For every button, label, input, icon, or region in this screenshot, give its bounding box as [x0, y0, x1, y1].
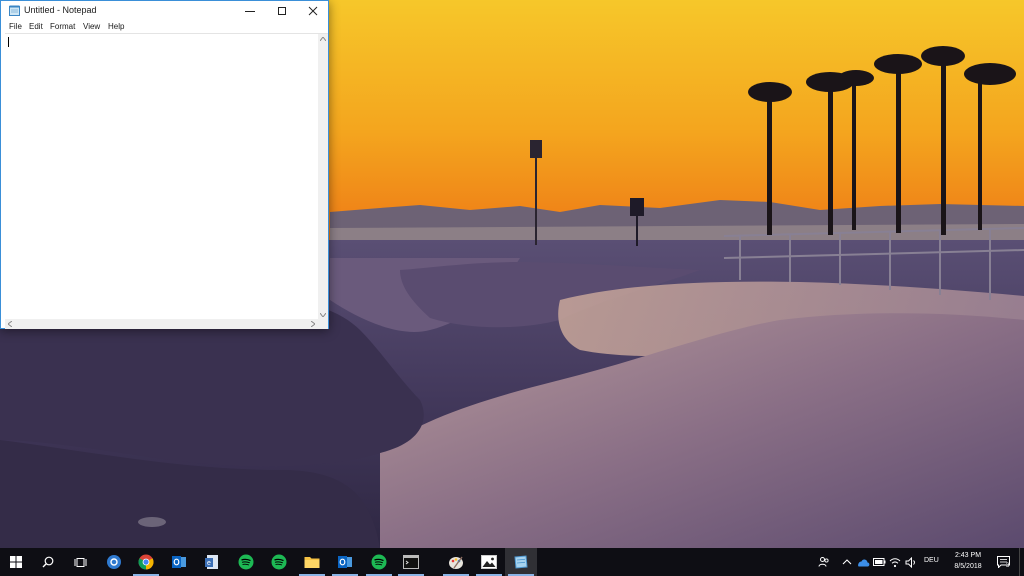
- search-icon: [42, 556, 54, 568]
- text-editor[interactable]: [5, 33, 328, 329]
- menu-edit[interactable]: Edit: [29, 22, 43, 31]
- photos-icon: [481, 555, 497, 569]
- scroll-up-arrow-icon[interactable]: [318, 34, 328, 44]
- notepad-icon: [9, 5, 20, 16]
- minimize-button[interactable]: [234, 1, 266, 20]
- menu-format[interactable]: Format: [50, 22, 75, 31]
- taskbar-outlook[interactable]: [163, 548, 195, 576]
- show-hidden-icons-button[interactable]: [840, 555, 854, 569]
- taskbar-photos[interactable]: [473, 548, 505, 576]
- wifi-icon: [889, 557, 901, 567]
- taskbar-command-prompt[interactable]: [395, 548, 427, 576]
- taskbar-chrome[interactable]: [130, 548, 162, 576]
- spotify-icon: [238, 554, 254, 570]
- speaker-icon: [905, 556, 915, 568]
- spotify-icon: [271, 554, 287, 570]
- scroll-right-arrow-icon[interactable]: [308, 319, 318, 329]
- windows-logo-icon: [10, 556, 22, 568]
- document-app-icon: e: [205, 555, 218, 569]
- search-button[interactable]: [32, 548, 64, 576]
- outlook-icon: [338, 556, 352, 568]
- notepad-icon: [514, 555, 528, 569]
- taskbar-paint[interactable]: [440, 548, 472, 576]
- terminal-icon: [403, 555, 419, 569]
- clock[interactable]: 2:43 PM 8/5/2018: [948, 551, 988, 572]
- chevron-up-icon: [842, 559, 852, 565]
- maximize-button[interactable]: [266, 1, 298, 20]
- menu-file[interactable]: File: [9, 22, 22, 31]
- people-tray-icon[interactable]: [817, 555, 831, 569]
- taskbar-cortana[interactable]: [98, 548, 130, 576]
- battery-tray-icon[interactable]: [872, 555, 886, 569]
- notepad-window[interactable]: Untitled - Notepad File Edit Format View…: [0, 0, 329, 329]
- taskbar-outlook-2[interactable]: [329, 548, 361, 576]
- minimize-icon: [245, 10, 255, 12]
- menu-view[interactable]: View: [83, 22, 100, 31]
- spotify-icon: [371, 554, 387, 570]
- taskbar-spotify-2[interactable]: [263, 548, 295, 576]
- taskbar-spotify-3[interactable]: [363, 548, 395, 576]
- menu-help[interactable]: Help: [108, 22, 124, 31]
- folder-icon: [304, 557, 320, 568]
- taskbar: e DEU 2:43 PM 8/5/2018 3: [0, 548, 1024, 576]
- svg-text:e: e: [207, 560, 211, 567]
- start-button[interactable]: [0, 548, 32, 576]
- show-desktop-button[interactable]: [1019, 548, 1024, 576]
- battery-icon: [872, 558, 885, 566]
- outlook-icon: [172, 556, 186, 568]
- taskbar-word-app[interactable]: e: [196, 548, 228, 576]
- chrome-icon: [138, 554, 154, 570]
- close-icon: [308, 6, 318, 15]
- onedrive-tray-icon[interactable]: [856, 555, 870, 569]
- taskbar-file-explorer[interactable]: [296, 548, 328, 576]
- cortana-icon: [107, 555, 121, 569]
- network-tray-icon[interactable]: [888, 555, 902, 569]
- paint-icon: [449, 556, 463, 569]
- vertical-scrollbar[interactable]: [318, 34, 328, 320]
- action-center-button[interactable]: [990, 548, 1016, 576]
- people-icon: [818, 557, 829, 567]
- notification-count-badge: 3: [1006, 563, 1010, 569]
- menu-bar: File Edit Format View Help: [1, 20, 328, 33]
- clock-time: 2:43 PM: [954, 552, 982, 559]
- cloud-icon: [858, 559, 870, 566]
- task-view-icon: [74, 557, 86, 567]
- text-area[interactable]: [5, 34, 318, 320]
- horizontal-scrollbar[interactable]: [5, 319, 318, 329]
- maximize-icon: [278, 6, 286, 15]
- volume-tray-icon[interactable]: [904, 555, 918, 569]
- text-caret: [8, 37, 9, 47]
- taskbar-notepad[interactable]: [505, 548, 537, 576]
- scrollbar-corner: [318, 319, 328, 329]
- taskbar-spotify[interactable]: [230, 548, 262, 576]
- scroll-left-arrow-icon[interactable]: [5, 319, 15, 329]
- task-view-button[interactable]: [64, 548, 96, 576]
- close-button[interactable]: [297, 1, 329, 20]
- title-bar[interactable]: Untitled - Notepad: [1, 1, 328, 20]
- window-title: Untitled - Notepad: [24, 5, 97, 15]
- input-language-indicator[interactable]: DEU: [924, 557, 939, 564]
- clock-date: 8/5/2018: [954, 563, 982, 570]
